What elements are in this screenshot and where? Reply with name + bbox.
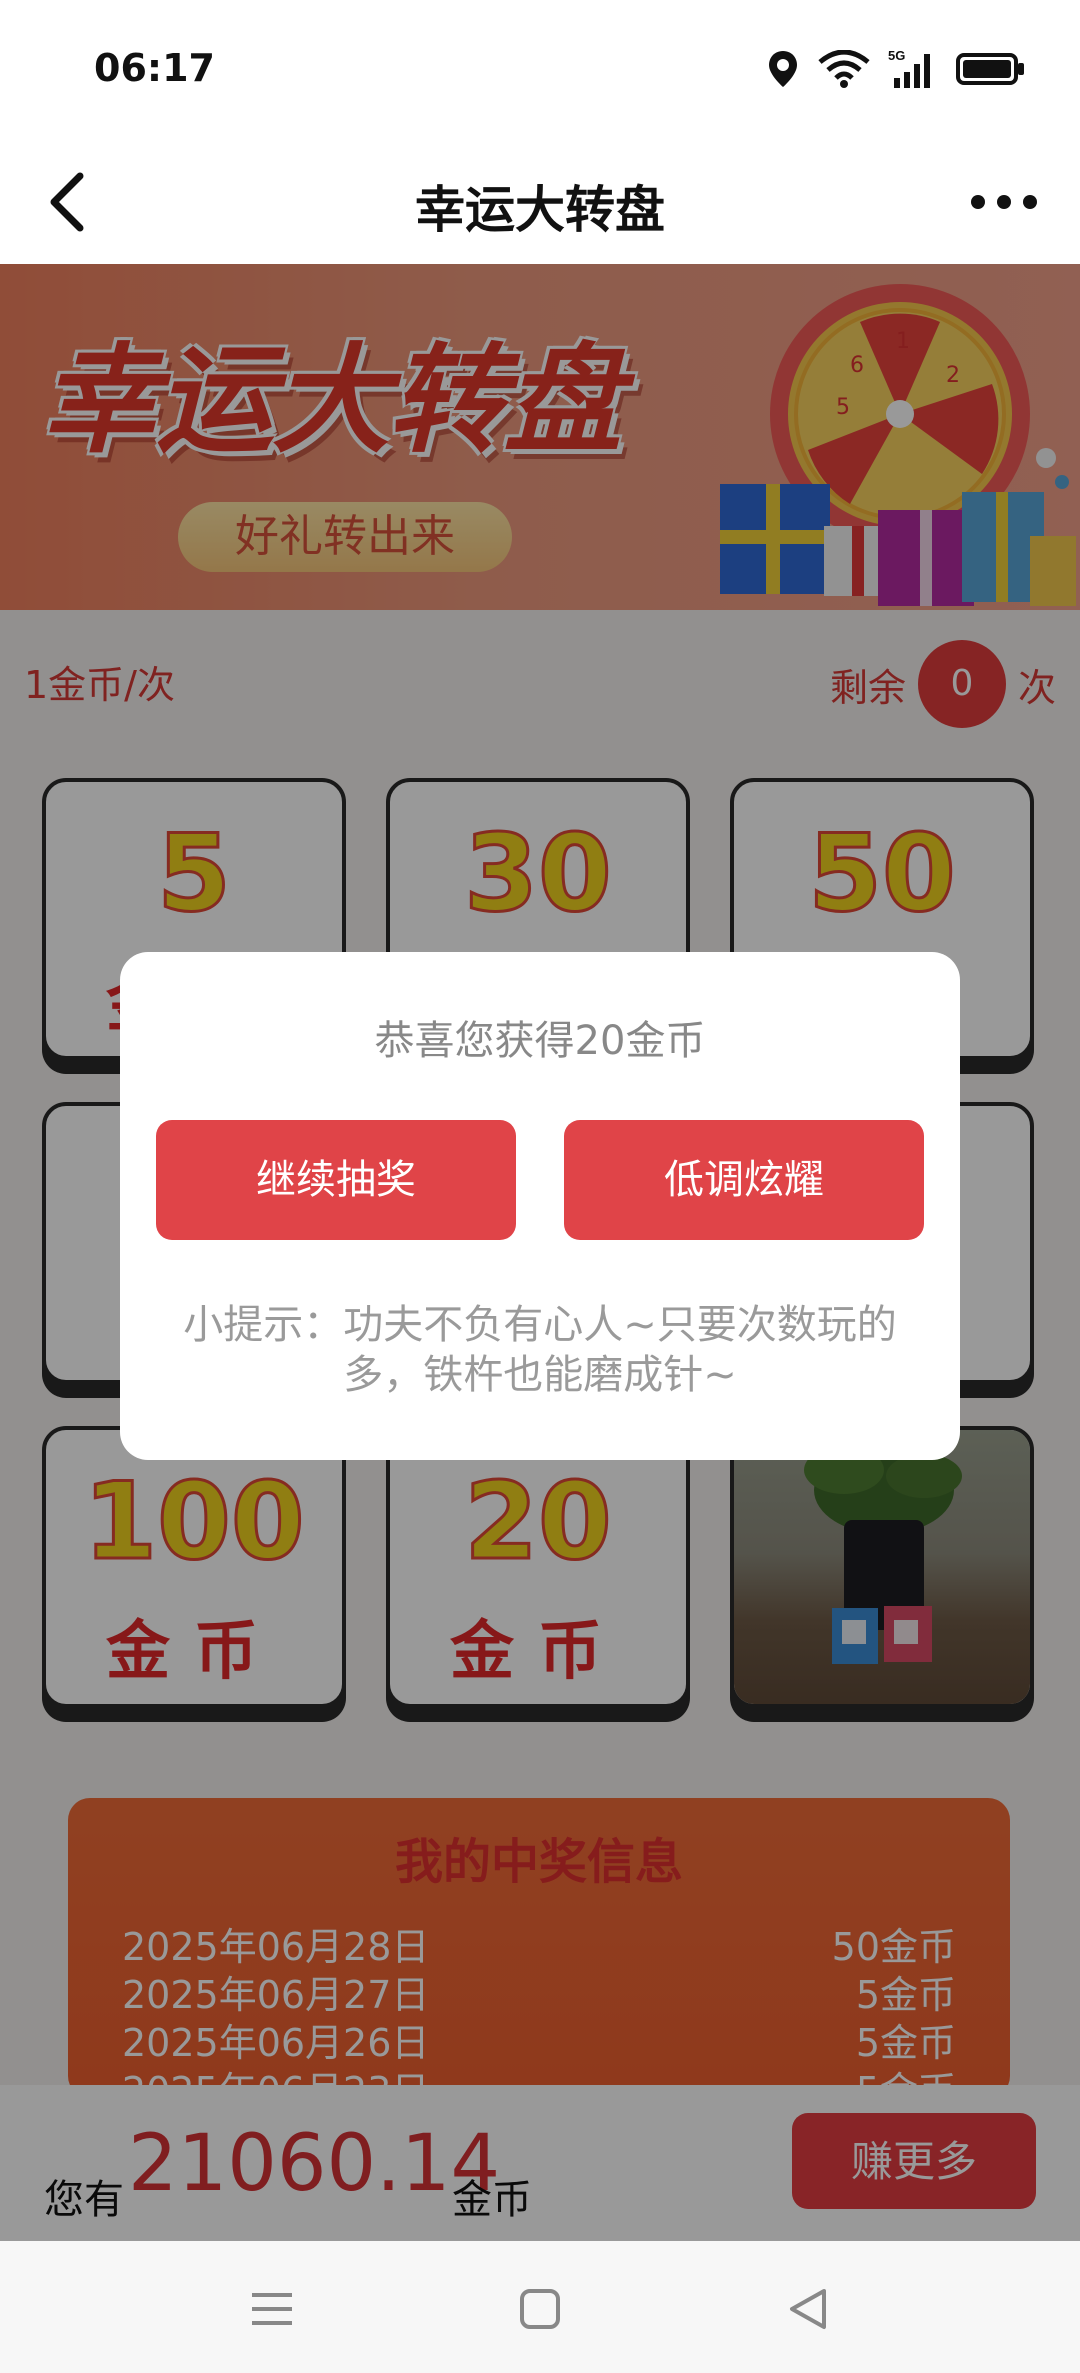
wifi-icon: [818, 50, 870, 88]
show-off-button[interactable]: 低调炫耀: [564, 1120, 924, 1240]
page-title: 幸运大转盘: [415, 181, 665, 239]
status-icons: 5G: [766, 48, 1026, 90]
location-icon: [769, 51, 797, 87]
status-bar: 06:17 5G: [0, 0, 1080, 140]
status-time: 06:17: [94, 46, 215, 90]
continue-draw-button[interactable]: 继续抽奖: [156, 1120, 516, 1240]
more-options-icon[interactable]: [964, 166, 1044, 238]
menu-icon[interactable]: [244, 2281, 300, 2337]
system-nav-bar: [0, 2241, 1080, 2373]
nav-bar: 幸运大转盘: [0, 140, 1080, 264]
result-dialog: 恭喜您获得20金币 继续抽奖 低调炫耀 小提示：功夫不负有心人~只要次数玩的多，…: [120, 952, 960, 1460]
svg-text:5G: 5G: [888, 48, 905, 63]
back-triangle-icon[interactable]: [780, 2281, 836, 2337]
cellular-signal-icon: 5G: [888, 48, 930, 88]
battery-icon: [956, 53, 1024, 85]
dialog-tip: 小提示：功夫不负有心人~只要次数玩的多，铁杵也能磨成针~: [183, 1302, 897, 1398]
home-icon[interactable]: [512, 2281, 568, 2337]
dialog-message: 恭喜您获得20金币: [374, 1018, 706, 1064]
